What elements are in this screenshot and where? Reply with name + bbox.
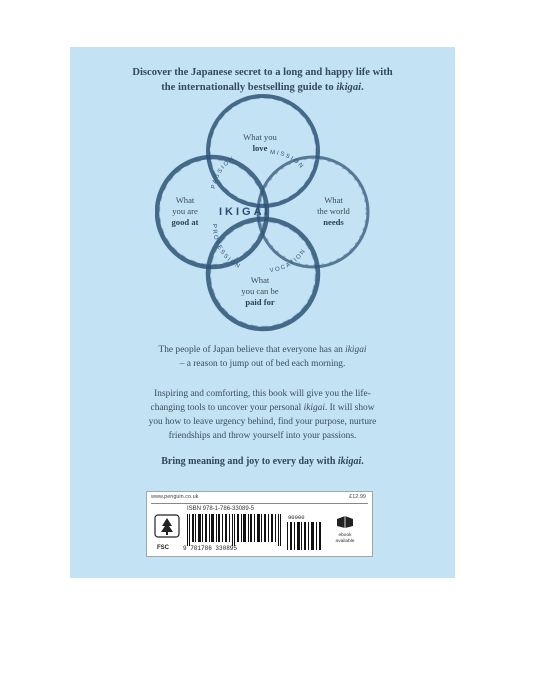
label-paid-for-bold: paid for <box>245 297 275 307</box>
label-world-needs-bold: needs <box>323 217 344 227</box>
para2-line-4: friendships and throw yourself into your… <box>168 431 357 441</box>
label-good-at: What you are good at <box>160 195 210 228</box>
para2-line-2-text: changing tools to uncover your personal <box>150 403 304 413</box>
para2-line-2-suffix: . It will show <box>324 403 375 413</box>
para2-line-1: Inspiring and comforting, this book will… <box>154 389 371 399</box>
closing-period: . <box>361 456 364 467</box>
barcode-digits: 9 781786 330895 <box>183 545 238 552</box>
para1-line-1-text: The people of Japan believe that everyon… <box>158 345 346 355</box>
publisher-website: www.penguin.co.uk <box>151 494 199 500</box>
barcode-header: www.penguin.co.uk £12.99 <box>151 494 368 504</box>
closing-line-text: Bring meaning and joy to every day with <box>161 456 338 467</box>
label-world-needs-line-2: the world <box>317 206 350 216</box>
addon-barcode-bars <box>287 522 321 550</box>
label-love-line: What you <box>243 132 277 142</box>
fsc-tree-icon <box>154 514 180 538</box>
fsc-label: FSC <box>157 545 169 551</box>
label-world-needs: What the world needs <box>306 195 361 228</box>
price-label: £12.99 <box>349 494 366 500</box>
headline-period: . <box>361 82 364 93</box>
book-back-cover: Discover the Japanese secret to a long a… <box>70 47 455 578</box>
closing-ikigai: ikigai <box>337 456 362 467</box>
para1-line-2: – a reason to jump out of bed each morni… <box>179 359 346 369</box>
addon-digits: 90000 <box>288 514 305 521</box>
label-world-needs-line-1: What <box>324 195 343 205</box>
barcode-panel: www.penguin.co.uk £12.99 ISBN 978-1-786-… <box>146 491 373 557</box>
para2-ikigai: ikigai <box>303 403 325 413</box>
label-good-at-bold: good at <box>171 217 199 227</box>
para2-line-2: changing tools to uncover your personal … <box>70 401 455 415</box>
para1-line-1: The people of Japan believe that everyon… <box>70 343 455 357</box>
label-paid-for: What you can be paid for <box>230 275 290 308</box>
label-love: What you love <box>230 132 290 154</box>
label-good-at-line-2: you are <box>172 206 198 216</box>
para2-line-3: you how to leave urgency behind, find yo… <box>148 417 377 427</box>
ebook-available-label: available <box>335 539 355 544</box>
barcode-bars <box>187 514 281 546</box>
label-paid-for-line-2: you can be <box>241 286 279 296</box>
headline: Discover the Japanese secret to a long a… <box>70 65 455 95</box>
isbn-text: ISBN 978-1-786-33089-5 <box>187 506 255 512</box>
headline-line-1: Discover the Japanese secret to a long a… <box>132 67 393 78</box>
ebook-badge: ebook available <box>331 514 359 545</box>
paragraph-description: Inspiring and comforting, this book will… <box>70 387 455 443</box>
label-paid-for-line-1: What <box>250 275 270 285</box>
ebook-icon <box>337 516 353 528</box>
headline-line-2-text: the internationally bestselling guide to <box>161 82 337 93</box>
paragraph-intro: The people of Japan believe that everyon… <box>70 343 455 371</box>
headline-line-2: the internationally bestselling guide to… <box>70 80 455 95</box>
closing-line: Bring meaning and joy to every day with … <box>70 455 455 469</box>
ikigai-center-label: IKIGAI <box>219 206 271 218</box>
label-good-at-line-1: What <box>175 195 195 205</box>
para1-ikigai: ikigai <box>345 345 367 355</box>
headline-ikigai: ikigai <box>336 82 362 93</box>
label-love-bold: love <box>252 143 268 153</box>
